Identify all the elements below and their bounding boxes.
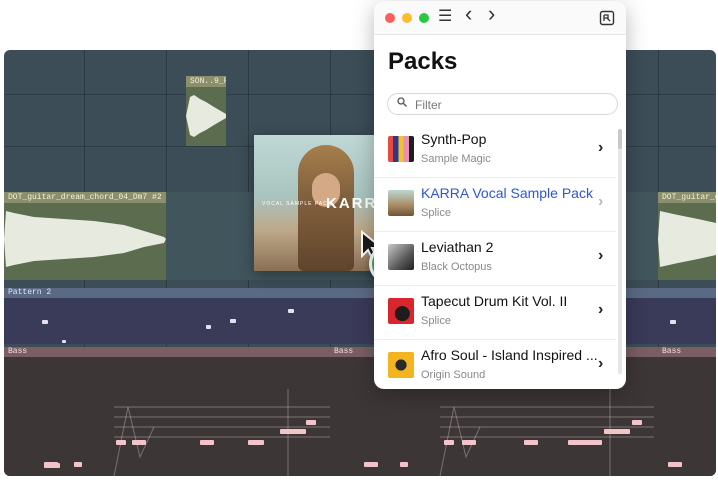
pack-thumbnail xyxy=(388,136,414,162)
pack-creator: Black Octopus xyxy=(421,261,492,273)
close-button[interactable] xyxy=(385,13,395,23)
pack-name: Tapecut Drum Kit Vol. II xyxy=(421,293,568,309)
bass-note[interactable] xyxy=(462,440,476,445)
waveform xyxy=(4,211,166,267)
pack-item-synth-pop[interactable]: Synth-Pop Sample Magic › xyxy=(374,123,616,178)
pack-name: Afro Soul - Island Inspired ... xyxy=(421,347,598,363)
artwork-subtitle: VOCAL SAMPLE PACK xyxy=(262,201,333,207)
pack-creator: Splice xyxy=(421,315,451,327)
pattern-note[interactable] xyxy=(230,319,236,323)
bass-note[interactable] xyxy=(400,462,408,467)
filter-input[interactable] xyxy=(413,96,607,114)
pack-item-tapecut[interactable]: Tapecut Drum Kit Vol. II Splice › xyxy=(374,285,616,340)
bass-note[interactable] xyxy=(444,440,454,445)
pack-thumbnail xyxy=(388,190,414,216)
bass-note[interactable] xyxy=(524,440,538,445)
title-bar: ☰ ‹ › xyxy=(374,1,626,35)
bass-note[interactable] xyxy=(44,463,60,468)
forward-chevron-icon[interactable]: › xyxy=(488,3,495,25)
scrollbar-thumb[interactable] xyxy=(618,129,622,149)
audio-clip-guitar-2[interactable]: DOT_guitar_dream xyxy=(658,192,716,280)
packs-window: ☰ ‹ › Packs Synth-Pop Sample Magic › KAR… xyxy=(374,1,626,389)
pack-thumbnail xyxy=(388,352,414,378)
pattern-note[interactable] xyxy=(670,320,676,324)
scrollbar-track[interactable] xyxy=(618,129,622,374)
bass-note[interactable] xyxy=(132,440,146,445)
bass-note[interactable] xyxy=(568,440,602,445)
bass-note[interactable] xyxy=(364,462,378,467)
pack-creator: Splice xyxy=(421,207,451,219)
filter-field[interactable] xyxy=(387,93,618,115)
pattern-note[interactable] xyxy=(206,325,211,329)
chevron-right-icon: › xyxy=(598,247,604,264)
pack-item-afro-soul[interactable]: Afro Soul - Island Inspired ... Origin S… xyxy=(374,339,616,389)
bass-note[interactable] xyxy=(200,440,214,445)
pack-thumbnail xyxy=(388,244,414,270)
page-title: Packs xyxy=(388,48,458,75)
chevron-right-icon: › xyxy=(598,355,604,372)
chevron-right-icon: › xyxy=(598,193,604,210)
clip-label: DOT_guitar_dream xyxy=(658,192,716,203)
pack-creator: Sample Magic xyxy=(421,153,491,165)
audio-clip-small[interactable]: SON..9_F xyxy=(186,76,226,146)
bass-note[interactable] xyxy=(604,429,630,434)
pattern-note[interactable] xyxy=(288,309,294,313)
bass-note[interactable] xyxy=(280,429,306,434)
pack-creator: Origin Sound xyxy=(421,369,486,381)
clip-label: SON..9_F xyxy=(186,76,226,87)
chevron-right-icon: › xyxy=(598,301,604,318)
bass-note[interactable] xyxy=(116,440,126,445)
pattern-note[interactable] xyxy=(62,340,66,343)
zoom-button[interactable] xyxy=(419,13,429,23)
bass-note[interactable] xyxy=(74,462,82,467)
pack-name: Synth-Pop xyxy=(421,131,487,147)
bass-note[interactable] xyxy=(668,462,682,467)
pattern-note[interactable] xyxy=(42,320,48,324)
menu-icon[interactable]: ☰ xyxy=(438,8,452,26)
waveform xyxy=(186,95,226,137)
pack-name: KARRA Vocal Sample Pack xyxy=(421,185,593,201)
bass-note[interactable] xyxy=(306,420,316,425)
pack-item-karra[interactable]: KARRA Vocal Sample Pack Splice › xyxy=(374,177,616,232)
waveform xyxy=(658,211,716,267)
search-icon xyxy=(397,97,407,110)
bass-note[interactable] xyxy=(248,440,264,445)
audio-clip-guitar[interactable]: DOT_guitar_dream_chord_04_Dm7 #2 xyxy=(4,192,166,280)
minimize-button[interactable] xyxy=(402,13,412,23)
pack-thumbnail xyxy=(388,298,414,324)
bass-note[interactable] xyxy=(632,420,642,425)
mini-player-icon[interactable] xyxy=(599,10,615,26)
pack-name: Leviathan 2 xyxy=(421,239,494,255)
pack-item-leviathan-2[interactable]: Leviathan 2 Black Octopus › xyxy=(374,231,616,286)
back-chevron-icon[interactable]: ‹ xyxy=(465,3,472,25)
clip-label: DOT_guitar_dream_chord_04_Dm7 #2 xyxy=(4,192,166,203)
chevron-right-icon: › xyxy=(598,139,604,156)
